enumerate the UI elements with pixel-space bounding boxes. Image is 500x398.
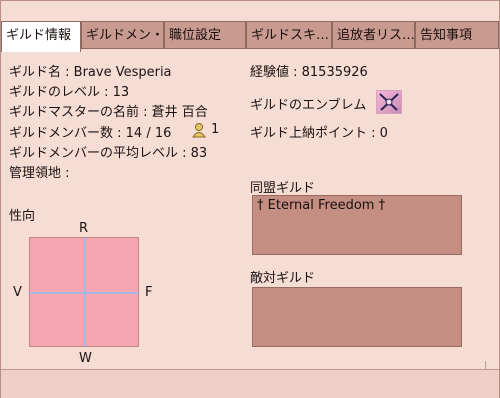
tab-notices[interactable]: 告知事項 [415, 21, 499, 49]
tab-bar: ギルド情報 ギルドメン・ 職位設定 ギルドスキ… 追放者リス… 告知事項 [1, 21, 500, 52]
alignment-vertical-axis [84, 238, 86, 346]
guild-emblem-label: ギルドのエンブレム [250, 98, 367, 113]
crossed-swords-icon [379, 93, 399, 111]
hostile-list[interactable] [252, 287, 462, 347]
alignment-right-label: F [145, 285, 153, 300]
tab-guild-skills-label: ギルドスキ… [251, 28, 330, 43]
guild-experience: 経験値 : 81535926 [250, 65, 368, 80]
scroll-indicator [485, 361, 498, 369]
tab-guild-members[interactable]: ギルドメン・ [81, 21, 164, 49]
tab-position-settings-label: 職位設定 [169, 28, 222, 43]
tab-position-settings[interactable]: 職位設定 [164, 21, 246, 49]
tab-expelled-list[interactable]: 追放者リス… [332, 21, 415, 49]
guild-average-level: ギルドメンバーの平均レベル : 83 [9, 146, 208, 161]
alliance-list[interactable]: † Eternal Freedom † [252, 195, 462, 255]
alignment-top-label: R [79, 221, 89, 236]
guild-tribute-points: ギルド上納ポイント : 0 [250, 126, 388, 141]
member-person-icon [192, 123, 206, 138]
alliance-entry[interactable]: † Eternal Freedom † [257, 198, 385, 213]
alignment-bottom-label: W [79, 351, 92, 366]
alliance-label: 同盟ギルド [250, 181, 316, 196]
alignment-label: 性向 [9, 209, 36, 224]
tab-notices-label: 告知事項 [420, 28, 473, 43]
online-member-count: 1 [211, 122, 220, 137]
guild-level: ギルドのレベル : 13 [9, 85, 130, 100]
guild-territory: 管理領地 : [9, 166, 70, 181]
guild-emblem-icon [376, 90, 402, 114]
tab-guild-skills[interactable]: ギルドスキ… [246, 21, 332, 49]
tab-expelled-list-label: 追放者リス… [337, 28, 415, 43]
guild-info-window: ギルド情報 ギルドメン・ 職位設定 ギルドスキ… 追放者リス… 告知事項 ギルド… [0, 0, 500, 398]
tab-guild-members-label: ギルドメン・ [86, 28, 164, 43]
guild-name: ギルド名 : Brave Vesperia [9, 65, 172, 80]
tab-guild-info-label: ギルド情報 [6, 28, 72, 43]
hostile-label: 敵対ギルド [250, 271, 316, 286]
alignment-left-label: V [13, 285, 22, 300]
guild-member-count: ギルドメンバー数 : 14 / 16 [9, 126, 172, 141]
guild-master-name: ギルドマスターの名前 : 蒼井 百合 [9, 105, 208, 120]
tab-guild-info[interactable]: ギルド情報 [1, 21, 81, 52]
bottom-bar [1, 369, 499, 398]
alignment-chart [29, 237, 139, 347]
